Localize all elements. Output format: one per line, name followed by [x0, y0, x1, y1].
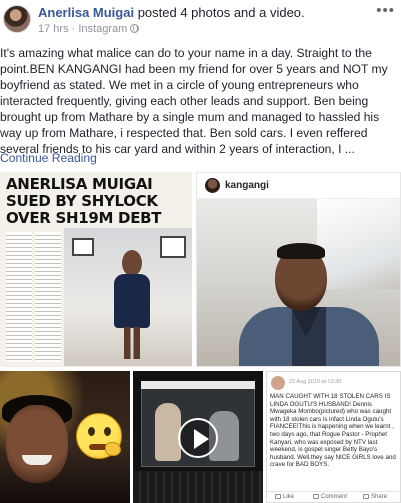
meta-separator: ·: [68, 23, 79, 35]
post-headline: Anerlisa Muigai posted 4 photos and a vi…: [38, 5, 305, 20]
post-timestamp[interactable]: 17 hrs: [38, 23, 69, 35]
photo-newspaper-clipping[interactable]: ANERLISA MUIGAI SUED BY SHYLOCK OVER SH1…: [0, 172, 194, 367]
post-source[interactable]: Instagram: [78, 23, 127, 35]
photo-post-screenshot[interactable]: 22 Aug 2019 at 13:30 MAN CAUGHT WITH 18 …: [266, 371, 401, 503]
screenshot-comment: Comment: [313, 494, 347, 500]
author-avatar[interactable]: [3, 5, 31, 33]
post-body-text: It's amazing what malice can do to your …: [0, 46, 388, 156]
screenshot-share: Share: [363, 494, 387, 500]
post-meta: 17 hrs · Instagram: [38, 23, 140, 35]
screenshot-action-bar: Like Comment Share: [267, 491, 400, 502]
like-icon: [275, 494, 281, 499]
photo-instagram-selfie[interactable]: kangangi: [196, 172, 401, 367]
share-icon: [363, 494, 369, 499]
newspaper-column-mid: [35, 232, 61, 362]
screenshot-avatar: [271, 376, 285, 390]
more-options-button[interactable]: •••: [376, 2, 395, 19]
screenshot-date: 22 Aug 2019 at 13:30: [289, 379, 342, 385]
globe-icon: [130, 24, 140, 33]
author-name-link[interactable]: Anerlisa Muigai: [38, 5, 134, 20]
screenshot-post-text: MAN CAUGHT WITH 18 STOLEN CARS IS LINDA …: [270, 393, 396, 469]
newspaper-headline: ANERLISA MUIGAI SUED BY SHYLOCK OVER SH1…: [6, 175, 162, 227]
instagram-header: kangangi: [197, 173, 400, 199]
instagram-avatar: [205, 178, 220, 193]
comment-icon: [313, 494, 319, 499]
screenshot-like: Like: [275, 494, 294, 500]
post-header: Anerlisa Muigai posted 4 photos and a vi…: [0, 0, 401, 40]
instagram-username: kangangi: [225, 180, 269, 191]
selfie-scene: [197, 199, 400, 366]
photo-selfie-emoji[interactable]: [0, 371, 130, 503]
thinking-emoji-icon: [76, 413, 122, 459]
newspaper-column-left: [6, 232, 32, 362]
newspaper-photo: [64, 228, 192, 366]
continue-reading-link[interactable]: Continue Reading: [0, 151, 97, 165]
post-action-text: posted 4 photos and a video.: [134, 5, 305, 20]
video-thumbnail[interactable]: [133, 371, 263, 503]
play-icon[interactable]: [178, 418, 218, 458]
